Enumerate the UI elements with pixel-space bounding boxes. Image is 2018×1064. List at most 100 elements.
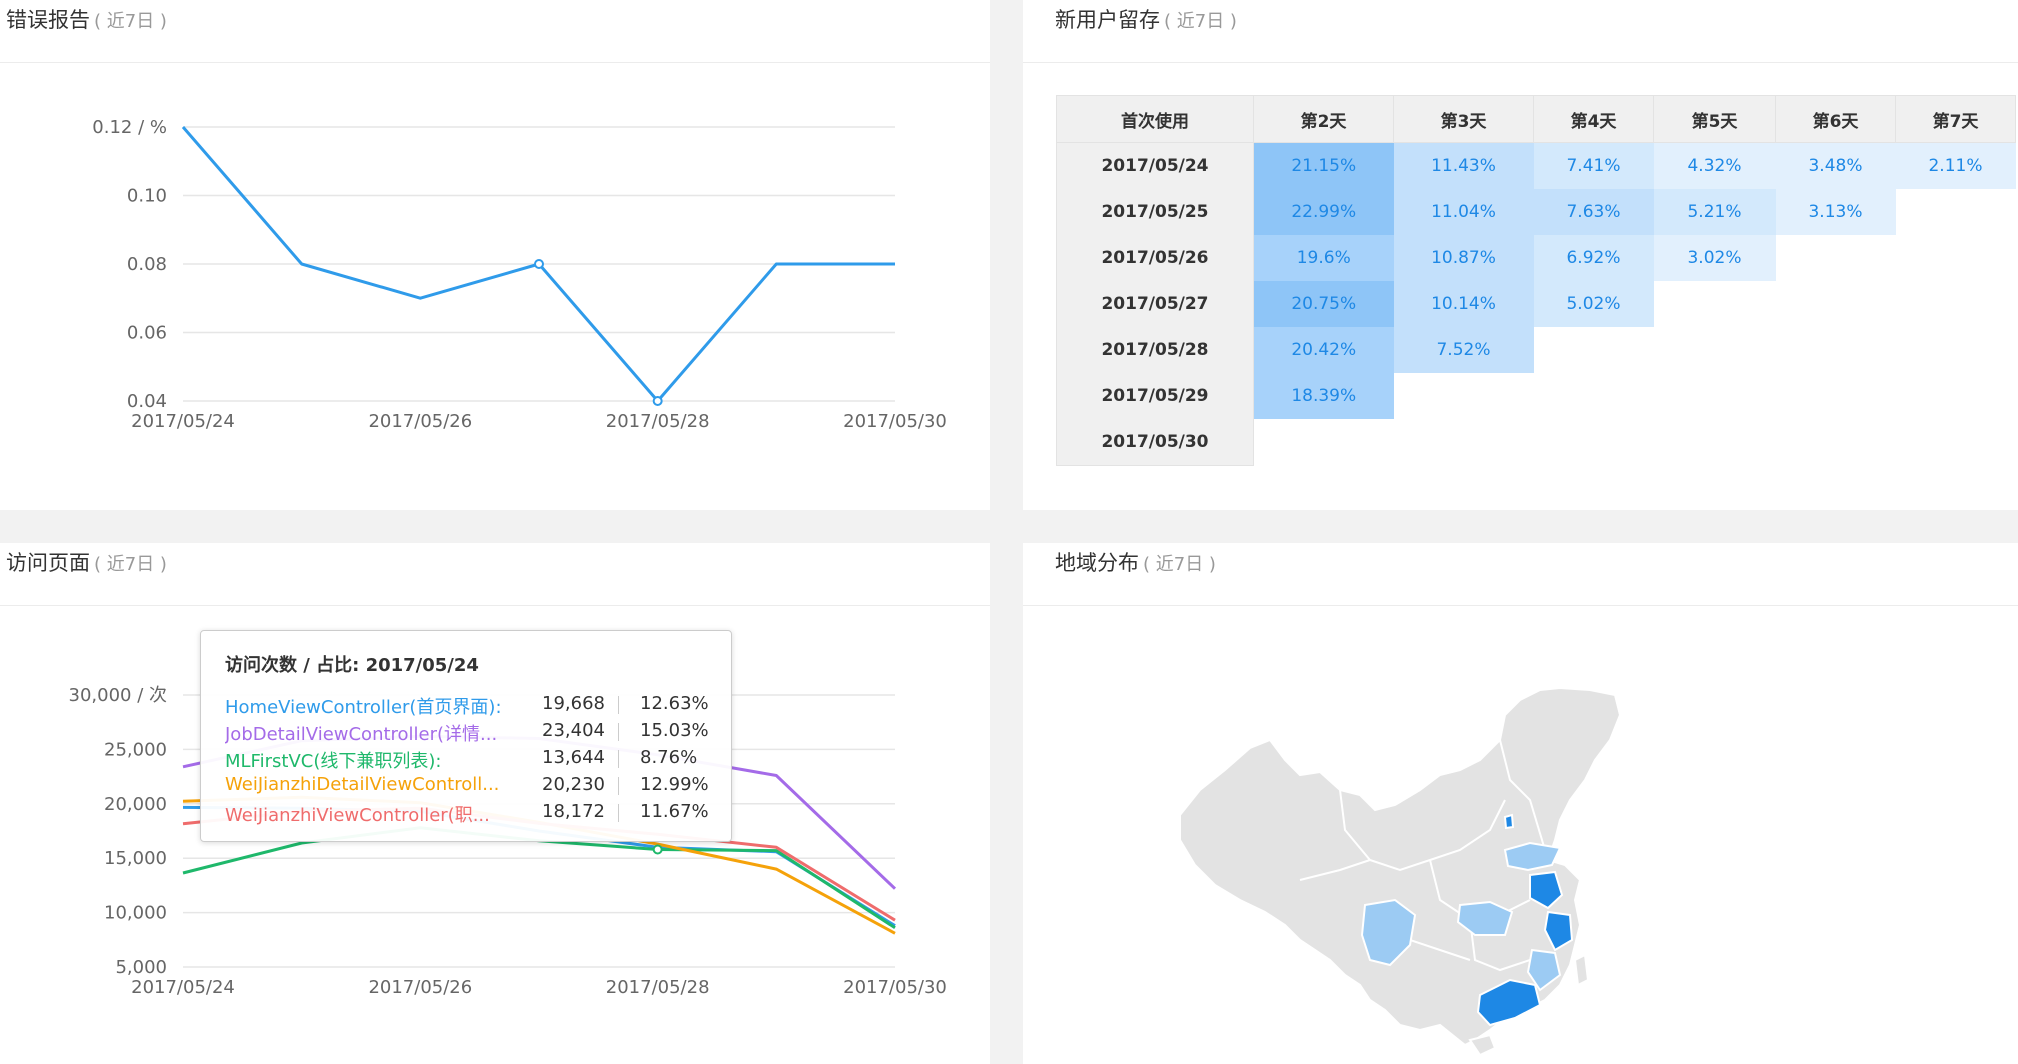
tooltip-row: WeiJianzhiDetailViewControll... 20,230 1… [225, 774, 715, 800]
visits-chart-x-tick-label: 2017/05/28 [606, 977, 710, 998]
taiwan-region[interactable] [1573, 953, 1590, 987]
retention-empty-cell [1534, 419, 1654, 466]
retention-empty-cell [1776, 281, 1896, 327]
error-chart-y-tick-label: 0.10 [127, 186, 167, 207]
retention-empty-cell [1776, 327, 1896, 373]
retention-value-cell: 6.92% [1533, 235, 1654, 281]
retention-value-cell: 4.32% [1653, 142, 1776, 189]
retention-row: 2017/05/29 18.39% [1056, 373, 2016, 419]
retention-date-cell: 2017/05/26 [1056, 235, 1254, 281]
retention-row: 2017/05/30 [1056, 419, 2016, 466]
retention-column-header: 第7天 [1895, 95, 2016, 143]
error-chart-y-tick-label: 0.04 [127, 391, 167, 412]
tooltip-row: JobDetailViewController(详情... 23,404 15.… [225, 720, 715, 746]
retention-value-cell: 3.13% [1775, 189, 1896, 235]
retention-date-cell: 2017/05/27 [1056, 281, 1254, 327]
retention-value-cell: 20.75% [1253, 281, 1394, 327]
error-chart-point [652, 396, 663, 406]
error-chart-y-tick-label: 0.06 [127, 323, 167, 344]
error-chart-x-tick-label: 2017/05/30 [843, 411, 947, 432]
retention-column-header: 第4天 [1533, 95, 1654, 143]
retention-subtitle: ( 近7日 ) [1164, 11, 1237, 32]
retention-empty-cell [1254, 419, 1394, 466]
tooltip-row-count: 23,404 [542, 720, 605, 741]
retention-empty-cell [1896, 419, 2016, 466]
retention-value-cell: 7.41% [1533, 142, 1654, 189]
retention-value-cell: 3.02% [1653, 235, 1776, 281]
region-panel: 地域分布( 近7日 ) [1023, 543, 2018, 1064]
retention-row: 2017/05/25 22.99% 11.04% 7.63% 5.21% 3.13% [1056, 189, 2016, 235]
retention-value-cell: 19.6% [1253, 235, 1394, 281]
retention-empty-cell [1896, 373, 2016, 419]
error-report-chart: 0.12 / % 0.10 0.08 0.06 0.042017/05/24 2017/0… [92, 117, 947, 432]
visits-chart-y-tick-label: 5,000 [115, 957, 167, 978]
shandong-region[interactable] [1503, 841, 1562, 872]
tooltip-separator [618, 777, 619, 795]
tooltip-row-count: 19,668 [542, 693, 605, 714]
retention-column-header: 第6天 [1775, 95, 1896, 143]
error-chart-y-tick-label: 0.08 [127, 254, 167, 275]
tooltip-row-name: JobDetailViewController(详情... [225, 724, 498, 745]
china-map-land[interactable] [1179, 686, 1622, 1047]
tooltip-row-count: 13,644 [542, 747, 605, 768]
tooltip-row: HomeViewController(首页界面): 19,668 12.63% [225, 693, 715, 719]
retention-empty-cell [1776, 419, 1896, 466]
retention-empty-cell [1394, 419, 1534, 466]
tooltip-row: WeiJianzhiViewController(职... 18,172 11.… [225, 801, 715, 827]
error-chart-y-tick-label: 0.12 / % [92, 117, 167, 138]
retention-value-cell: 7.52% [1393, 327, 1534, 373]
visits-chart-point [652, 844, 663, 855]
retention-value-cell: 7.63% [1533, 189, 1654, 235]
error-report-panel: 错误报告( 近7日 ) 0.12 / % 0.10 0.08 0.06 0.04 2017… [0, 0, 990, 510]
error-chart-x-tick-label: 2017/05/24 [131, 411, 235, 432]
retention-value-cell: 20.42% [1253, 327, 1394, 373]
retention-column-header: 第2天 [1253, 95, 1394, 143]
retention-empty-cell [1654, 373, 1776, 419]
tooltip-title: 访问次数 / 占比: 2017/05/24 [225, 655, 479, 676]
retention-value-cell: 3.48% [1775, 142, 1896, 189]
visits-chart-x-tick-label: 2017/05/26 [368, 977, 472, 998]
retention-value-cell: 18.39% [1253, 373, 1394, 419]
retention-value-cell: 11.04% [1393, 189, 1534, 235]
retention-value-cell: 22.99% [1253, 189, 1394, 235]
retention-empty-cell [1776, 373, 1896, 419]
retention-empty-cell [1776, 235, 1896, 281]
retention-row: 2017/05/24 21.15% 11.43% 7.41% 4.32% 3.48% 2.1… [1056, 142, 2016, 189]
retention-value-cell: 21.15% [1253, 142, 1394, 189]
visits-chart-y-tick-label: 25,000 [104, 739, 167, 760]
tooltip-row-percent: 12.63% [640, 693, 709, 714]
retention-column-header: 首次使用 [1056, 95, 1254, 143]
retention-empty-cell [1896, 235, 2016, 281]
visits-chart-y-tick-label: 20,000 [104, 794, 167, 815]
visits-chart-y-tick-label: 30,000 / 次 [69, 685, 168, 706]
beijing-region[interactable] [1503, 813, 1515, 830]
retention-row: 2017/05/27 20.75% 10.14% 5.02% [1056, 281, 2016, 327]
retention-empty-cell [1896, 189, 2016, 235]
retention-row: 2017/05/28 20.42% 7.52% [1056, 327, 2016, 373]
retention-date-cell: 2017/05/30 [1056, 419, 1254, 466]
tooltip-row-count: 18,172 [542, 801, 605, 822]
retention-header: 新用户留存( 近7日 ) [1023, 0, 2018, 63]
tooltip-row-percent: 12.99% [640, 774, 709, 795]
retention-table: 首次使用 第2天 第3天 第4天 第5天 第6天 第7天 2017/05/24 21.15% 11… [1056, 95, 2016, 466]
retention-empty-cell [1394, 373, 1534, 419]
tooltip-row-count: 20,230 [542, 774, 605, 795]
retention-empty-cell [1534, 327, 1654, 373]
retention-empty-cell [1896, 327, 2016, 373]
tooltip-row: MLFirstVC(线下兼职列表): 13,644 8.76% [225, 747, 715, 773]
tooltip-row-name: HomeViewController(首页界面): [225, 697, 502, 718]
visits-chart-y-tick-label: 15,000 [104, 848, 167, 869]
visits-chart-x-tick-label: 2017/05/24 [131, 977, 235, 998]
china-map[interactable] [1023, 543, 2018, 1064]
retention-date-cell: 2017/05/25 [1056, 189, 1254, 235]
retention-value-cell: 5.02% [1533, 281, 1654, 327]
retention-row: 2017/05/26 19.6% 10.87% 6.92% 3.02% [1056, 235, 2016, 281]
tooltip-separator [618, 804, 619, 822]
tooltip-separator [618, 696, 619, 714]
tooltip-row-percent: 8.76% [640, 747, 698, 768]
retention-column-header: 第3天 [1393, 95, 1534, 143]
retention-empty-cell [1654, 327, 1776, 373]
retention-value-cell: 2.11% [1895, 142, 2016, 189]
retention-value-cell: 5.21% [1653, 189, 1776, 235]
retention-empty-cell [1654, 419, 1776, 466]
